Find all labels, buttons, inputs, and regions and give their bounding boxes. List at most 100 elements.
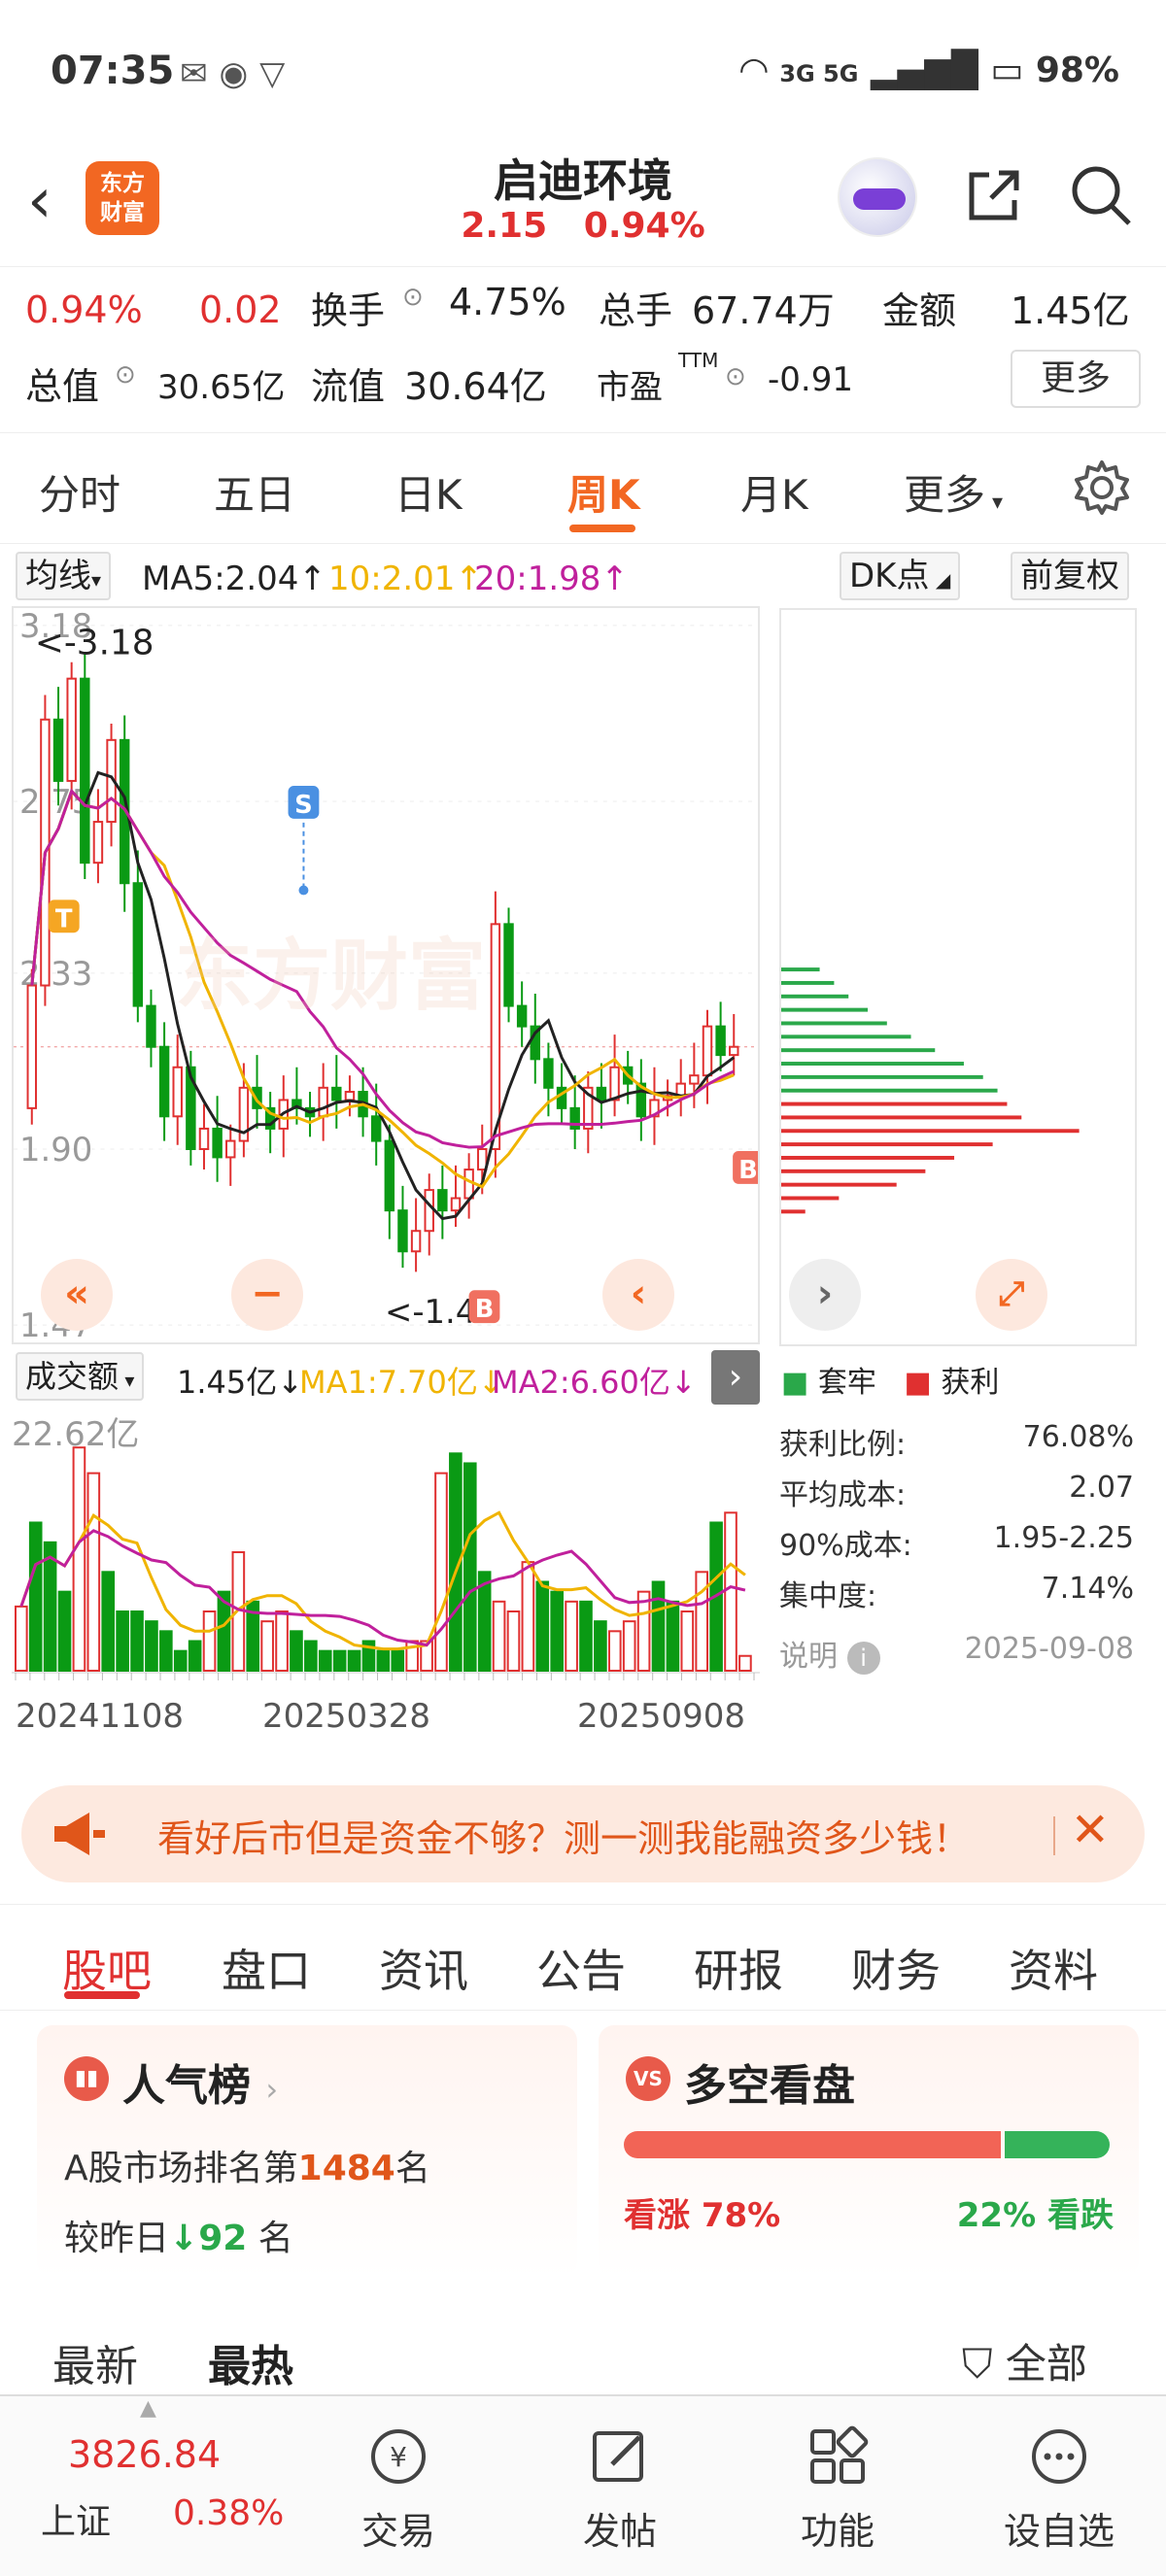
volume-selector[interactable]: 成交额 ▾ [16, 1352, 145, 1401]
tab-latest[interactable]: 最新 [52, 2331, 138, 2393]
volume-bar [680, 1610, 695, 1672]
status-right: ◠ 3G 5G ▂▄▆█ ▭ 98% [740, 51, 1119, 90]
volume-bar [724, 1511, 737, 1672]
tab-news[interactable]: 资讯 [379, 1936, 468, 2000]
tab-hottest[interactable]: 最热 [208, 2331, 293, 2393]
tab-intraday[interactable]: 分时 [39, 462, 120, 522]
volume-value: 67.74万 [692, 289, 835, 332]
change-prefix: 较昨日 [64, 2219, 170, 2258]
chip-label: 集中度: [779, 1579, 877, 1613]
index-ticker[interactable]: ▲ 3826.84 上证 0.38% [33, 2396, 286, 2576]
tab-more[interactable]: 更多 ▾ [904, 462, 1003, 522]
dk-point-selector[interactable]: DK点 ◢ [840, 552, 961, 600]
tab-weekly-k[interactable]: 周K [567, 462, 640, 522]
volume-bar [15, 1605, 28, 1673]
filter-button[interactable]: ⛉ 全部 [962, 2331, 1087, 2390]
rank-value: 1484 [297, 2149, 395, 2188]
tab-five-day[interactable]: 五日 [214, 462, 295, 522]
volume-chart[interactable]: 22.62亿 20241108 20250328 20250908 [12, 1408, 760, 1768]
volume-bar [492, 1600, 506, 1672]
tab-finance[interactable]: 财务 [851, 1936, 941, 2000]
date-label: 20241108 [16, 1697, 184, 1736]
more-button[interactable]: 更多 [1011, 350, 1141, 408]
expand-icon[interactable]: ⤢ [976, 1259, 1047, 1331]
legend-profit: 获利 [941, 1366, 1000, 1400]
chip-note[interactable]: 说明 i [779, 1632, 880, 1675]
volume-label: 总手 [599, 289, 673, 332]
nav-post[interactable]: 发帖 [542, 2396, 698, 2576]
ma-selector[interactable]: 均线▾ [16, 552, 112, 600]
share-icon[interactable] [962, 163, 1026, 227]
settings-icon[interactable] [1073, 458, 1131, 517]
nav-add-watchlist[interactable]: 设自选 [981, 2396, 1137, 2576]
signal-label: B [475, 1295, 495, 1324]
info-icon[interactable]: ⊙ [402, 283, 424, 312]
turnover-label: 换手 [311, 289, 386, 332]
zoom-out-button[interactable]: − [231, 1259, 303, 1331]
chip-bar [781, 1115, 1022, 1120]
volume-bar [535, 1580, 550, 1673]
info-icon[interactable]: ⊙ [725, 362, 746, 391]
volume-bar [130, 1610, 144, 1672]
nav-trade[interactable]: ¥ 交易 [321, 2396, 476, 2576]
tab-research[interactable]: 研报 [694, 1936, 783, 2000]
edit-icon [593, 2431, 643, 2482]
volume-bar [101, 1571, 116, 1672]
prev-button[interactable]: ‹ [602, 1259, 674, 1331]
banner-text: 看好后市但是资金不够？测一测我能融资多少钱！ [157, 1817, 971, 1860]
grid-icon [810, 2425, 869, 2484]
tab-more-label: 更多 [904, 471, 986, 519]
tab-profile[interactable]: 资料 [1009, 1936, 1098, 2000]
close-icon[interactable]: ✕ [1071, 1803, 1110, 1857]
tab-pankou[interactable]: 盘口 [222, 1936, 311, 2000]
index-pct: 0.38% [173, 2493, 285, 2533]
volume-value: 1.45亿↓ [177, 1364, 304, 1401]
chip-distribution [779, 608, 1137, 1346]
chip-bar [781, 1142, 993, 1147]
dropdown-arrow-icon: ◢ [929, 568, 951, 592]
volume-bar [738, 1654, 752, 1673]
fast-back-button[interactable]: « [41, 1259, 113, 1331]
legend-square-red: ■ [904, 1366, 932, 1400]
candle-body [450, 1197, 462, 1212]
volume-bar [376, 1649, 391, 1673]
trade-icon: ¥ [371, 2429, 426, 2484]
turnover-value: 4.75% [449, 281, 566, 323]
total-value: 30.65亿 [157, 368, 286, 407]
chip-bar [781, 980, 835, 985]
volume-bar [72, 1446, 86, 1673]
y-tick-label: 1.90 [19, 1131, 92, 1169]
volume-bar [607, 1630, 622, 1673]
volume-bar [275, 1610, 289, 1672]
popularity-title: 人气榜 › [122, 2051, 278, 2113]
financing-banner[interactable]: 看好后市但是资金不够？测一测我能融资多少钱！ ✕ [21, 1785, 1145, 1882]
adjust-selector[interactable]: 前复权 [1011, 552, 1129, 600]
rank-prefix: A股市场排名第 [64, 2149, 298, 2188]
tab-monthly-k[interactable]: 月K [740, 462, 808, 522]
bear-label: 看跌 [1047, 2196, 1114, 2235]
candle-body [370, 1115, 382, 1142]
tab-daily-k[interactable]: 日K [394, 462, 463, 522]
volume-bar [332, 1649, 347, 1673]
volume-bar [86, 1472, 101, 1673]
search-icon[interactable] [1069, 163, 1133, 227]
chip-row-concentration: 集中度: 7.14% [779, 1572, 1134, 1614]
candle-body [198, 1127, 210, 1150]
nav-functions[interactable]: 功能 [760, 2396, 915, 2576]
assistant-robot-icon[interactable] [838, 157, 917, 237]
expand-arrow-button[interactable]: › [711, 1350, 760, 1405]
info-icon[interactable]: ⊙ [115, 360, 136, 390]
volume-bar [347, 1649, 361, 1673]
chip-bar [781, 1209, 806, 1214]
tab-announcements[interactable]: 公告 [536, 1936, 626, 2000]
volume-ma2: MA2:6.60亿↓ [492, 1364, 697, 1401]
volume-bar [304, 1640, 318, 1672]
ma10-value: 10:2.01↑ [328, 559, 483, 598]
volume-bar [159, 1630, 173, 1673]
nav-functions-label: 功能 [800, 2510, 874, 2553]
chip-bar [781, 967, 820, 972]
next-button[interactable]: › [789, 1259, 861, 1331]
candle-body [715, 1025, 726, 1057]
popularity-card[interactable]: ▮▮ 人气榜 › A股市场排名第1484名 较昨日↓92 名 [37, 2025, 577, 2278]
chip-value: 7.14% [1041, 1572, 1134, 1606]
